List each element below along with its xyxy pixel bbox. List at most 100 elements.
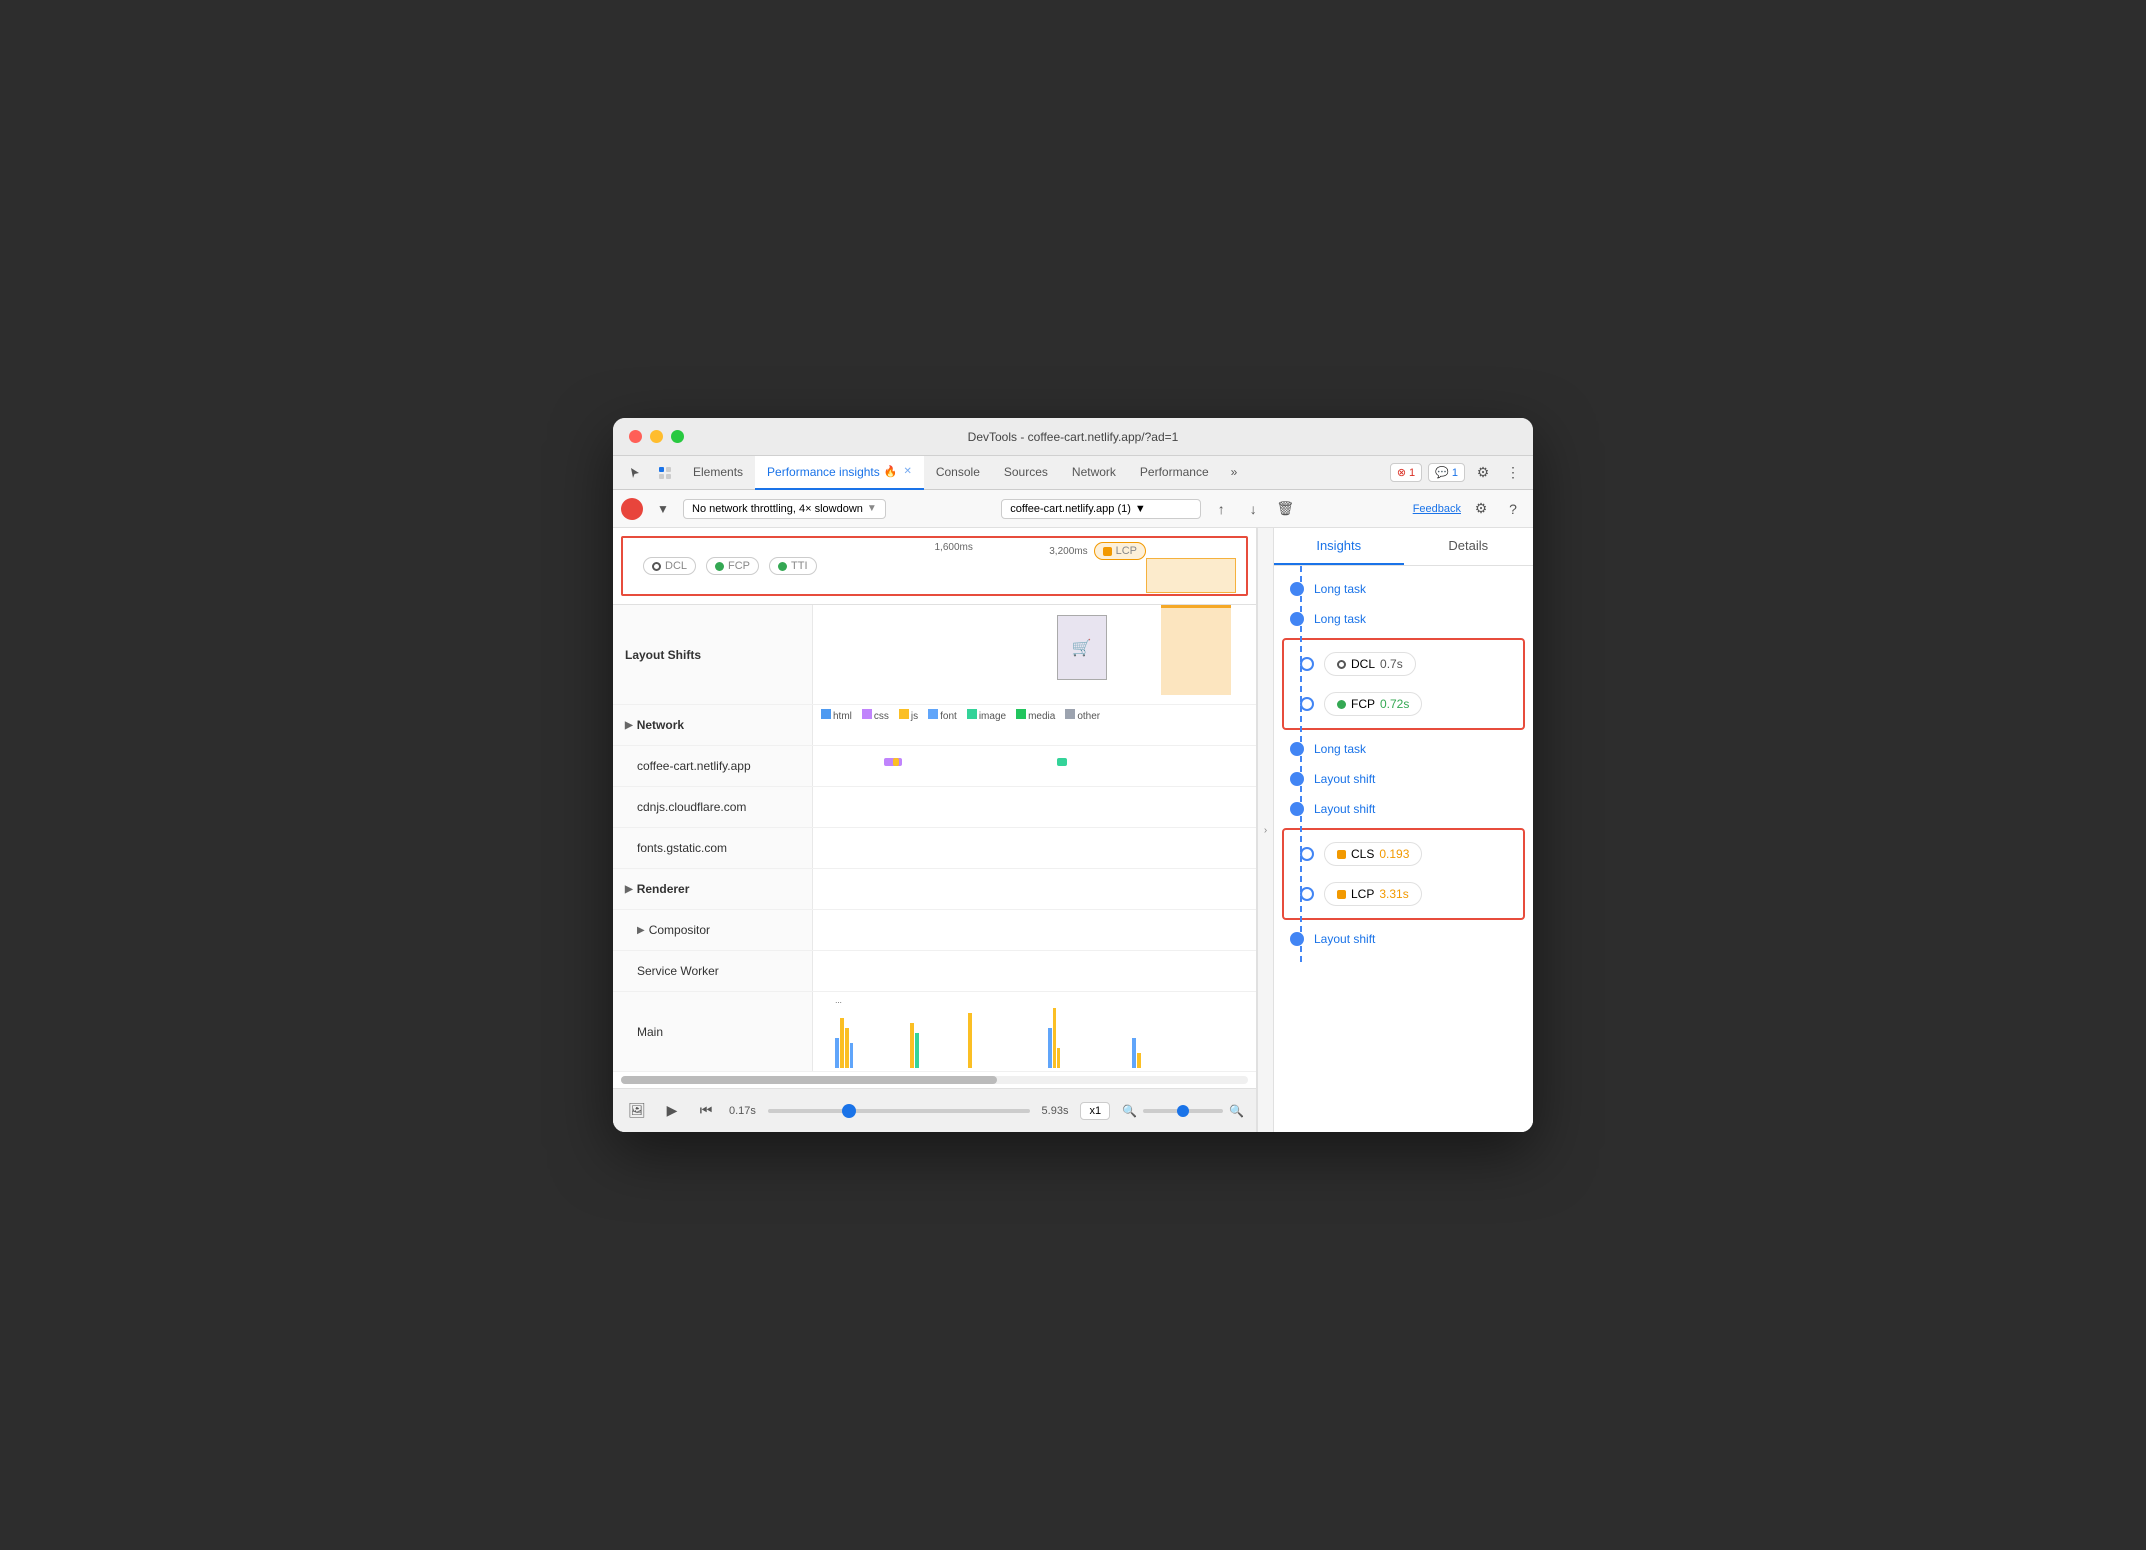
gear-icon[interactable]: ⚙ (1469, 497, 1493, 521)
close-button[interactable] (629, 430, 642, 443)
tab-details[interactable]: Details (1404, 528, 1534, 565)
host1-image-bar (1057, 758, 1067, 766)
main-bar (910, 1023, 914, 1068)
panel-collapse-button[interactable]: › (1257, 528, 1273, 1132)
insights-list: Long task Long task DCL (1274, 566, 1533, 962)
url-dropdown[interactable]: coffee-cart.netlify.app (1) ▼ (1001, 499, 1201, 519)
host-1-track (813, 746, 1256, 786)
insight-item-ls-1: Layout shift (1274, 764, 1533, 794)
insight-dot-ls-2 (1290, 802, 1304, 816)
lcp-label: LCP (1116, 545, 1137, 557)
layout-shift-link-1[interactable]: Layout shift (1314, 772, 1375, 786)
legend-js: js (899, 709, 918, 722)
tab-console[interactable]: Console (924, 456, 992, 490)
insight-dot-1 (1290, 582, 1304, 596)
main-bar (835, 1038, 839, 1068)
error-badge[interactable]: ⊗ 1 (1390, 463, 1422, 482)
tti-pill: TTI (769, 557, 817, 575)
window-title: DevTools - coffee-cart.netlify.app/?ad=1 (968, 430, 1179, 444)
tab-elements[interactable]: Elements (681, 456, 755, 490)
insight-item-lcp: LCP 3.31s (1284, 874, 1523, 914)
network-legend-section: ▶ Network html css js font image media (613, 705, 1256, 746)
fcp-label: FCP (728, 560, 750, 572)
scrubber-container (768, 1109, 1030, 1113)
export-icon[interactable]: ↑ (1209, 497, 1233, 521)
maximize-button[interactable] (671, 430, 684, 443)
timeline-scrubber[interactable] (768, 1109, 1030, 1113)
main-bar (1053, 1008, 1056, 1068)
throttle-dropdown[interactable]: No network throttling, 4× slowdown ▼ (683, 499, 886, 519)
long-task-link-1[interactable]: Long task (1314, 582, 1366, 596)
zoom-slider[interactable] (1143, 1109, 1223, 1113)
inspect-icon[interactable] (651, 459, 679, 487)
lcp-badge-dot (1337, 890, 1346, 899)
settings-icon[interactable]: ⚙ (1471, 461, 1495, 485)
traffic-lights (629, 430, 684, 443)
tab-insights[interactable]: Insights (1274, 528, 1404, 565)
renderer-collapse-icon[interactable]: ▶ (625, 884, 633, 895)
chat-badge[interactable]: 💬 1 (1428, 463, 1465, 482)
compositor-collapse-icon[interactable]: ▶ (637, 925, 645, 936)
host1-js-bar (893, 758, 899, 766)
marker-3200-group: 3,200ms LCP (1049, 542, 1146, 560)
lcp-insight-dot (1300, 887, 1314, 901)
import-icon[interactable]: ↓ (1241, 497, 1265, 521)
network-section-label: ▶ Network (613, 705, 813, 745)
delete-icon[interactable]: 🗑 (1273, 497, 1297, 521)
screenshot-icon[interactable]: 🖼 (625, 1099, 649, 1123)
main-bar (1057, 1048, 1060, 1068)
more-options-icon[interactable]: ⋮ (1501, 461, 1525, 485)
insight-dot-2 (1290, 612, 1304, 626)
compositor-section: ▶ Compositor (613, 910, 1256, 951)
cls-badge-dot (1337, 850, 1346, 859)
layout-shift-link-3[interactable]: Layout shift (1314, 932, 1375, 946)
speed-button[interactable]: x1 (1080, 1102, 1110, 1120)
main-section: Main ... (613, 992, 1256, 1072)
skip-back-icon[interactable]: ⏮ (695, 1100, 717, 1122)
insight-dot-3 (1290, 742, 1304, 756)
lcp-bar (1146, 558, 1236, 593)
toolbar-actions: ↑ ↓ 🗑 (1209, 497, 1297, 521)
main-bar (840, 1018, 844, 1068)
main-bar (968, 1013, 972, 1068)
insight-item-fcp: FCP 0.72s (1284, 684, 1523, 724)
timeline-panel: DCL FCP TTI 1,600ms (613, 528, 1257, 1132)
renderer-label: ▶ Renderer (613, 869, 813, 909)
chevron-down-icon: ▼ (867, 503, 877, 514)
feedback-link[interactable]: Feedback (1413, 503, 1461, 515)
timeline-scrollbar[interactable] (621, 1076, 1248, 1084)
cls-badge-label: CLS (1351, 847, 1374, 861)
dropdown-arrow-icon[interactable]: ▼ (651, 497, 675, 521)
insight-dot-ls-1 (1290, 772, 1304, 786)
url-chevron-icon: ▼ (1135, 503, 1146, 515)
cls-badge: CLS 0.193 (1324, 842, 1422, 866)
host-2-label: cdnjs.cloudflare.com (613, 787, 813, 827)
more-tabs-button[interactable]: » (1225, 456, 1244, 490)
long-task-link-2[interactable]: Long task (1314, 612, 1366, 626)
layout-shift-link-2[interactable]: Layout shift (1314, 802, 1375, 816)
tab-performance[interactable]: Performance (1128, 456, 1221, 490)
network-collapse-icon[interactable]: ▶ (625, 720, 633, 731)
cursor-icon[interactable] (621, 459, 649, 487)
tab-performance-insights[interactable]: Performance insights 🔥 ✕ (755, 456, 924, 490)
long-task-link-3[interactable]: Long task (1314, 742, 1366, 756)
tab-network[interactable]: Network (1060, 456, 1128, 490)
help-icon[interactable]: ? (1501, 497, 1525, 521)
fcp-dot (715, 562, 724, 571)
tab-close-icon[interactable]: ✕ (903, 466, 911, 477)
main-bar (915, 1033, 919, 1068)
record-button[interactable] (621, 498, 643, 520)
tab-sources[interactable]: Sources (992, 456, 1060, 490)
legend-image: image (967, 709, 1006, 722)
zoom-in-icon[interactable]: 🔍 (1229, 1104, 1244, 1118)
network-legend: html css js font image media other (813, 705, 1256, 726)
insight-item-2: Long task (1274, 604, 1533, 634)
chat-icon: 💬 (1435, 466, 1449, 479)
zoom-out-icon[interactable]: 🔍 (1122, 1104, 1137, 1118)
play-button[interactable]: ▶ (661, 1100, 683, 1122)
lcp-badge: LCP 3.31s (1324, 882, 1422, 906)
devtools-body: Elements Performance insights 🔥 ✕ Consol… (613, 456, 1533, 1132)
panel-collapse-icon: › (1264, 825, 1267, 836)
timeline-content: Layout Shifts 🛒 ▶ Network (613, 605, 1256, 1088)
minimize-button[interactable] (650, 430, 663, 443)
